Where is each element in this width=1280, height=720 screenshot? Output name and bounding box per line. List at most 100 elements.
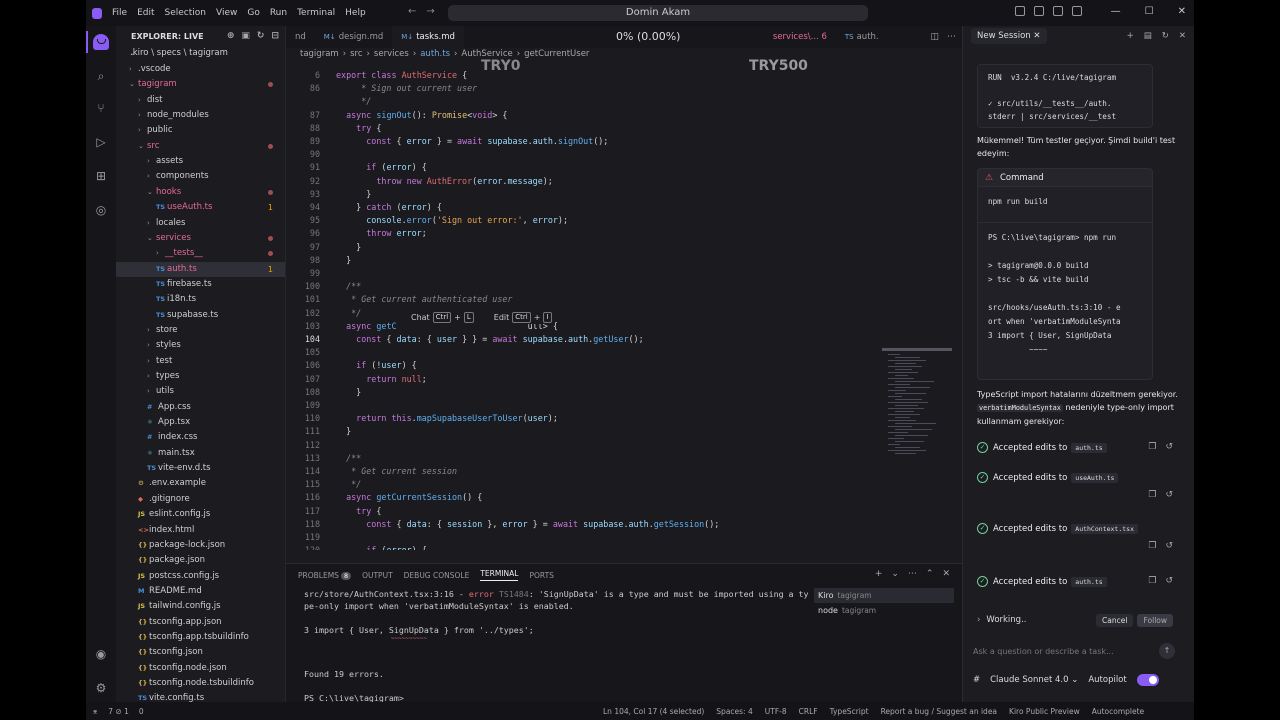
tree-file[interactable]: {} package-lock.json	[116, 538, 285, 553]
tree-folder[interactable]: › store	[116, 323, 285, 338]
more-actions-icon[interactable]: ⋯	[947, 32, 956, 42]
chat-input[interactable]: Ask a question or describe a task... ↑	[973, 638, 1175, 664]
tree-folder[interactable]: › locales	[116, 216, 285, 231]
tree-file[interactable]: # index.css	[116, 430, 285, 445]
copy-icon[interactable]: ❐	[1148, 541, 1156, 551]
status-item[interactable]: CRLF	[799, 707, 818, 716]
source-control-icon[interactable]: ⑂	[93, 100, 109, 116]
new-session-icon[interactable]: +	[1127, 31, 1134, 41]
tree-file[interactable]: ⚛ main.tsx	[116, 446, 285, 461]
status-item[interactable]: Spaces: 4	[716, 707, 752, 716]
panel-tab-problems[interactable]: PROBLEMS 8	[298, 571, 352, 580]
panel-toggle-icon[interactable]	[1052, 6, 1063, 16]
tree-file[interactable]: JS eslint.config.js	[116, 507, 285, 522]
status-item[interactable]: Report a bug / Suggest an idea	[881, 707, 997, 716]
revert-icon[interactable]: ↺	[1165, 541, 1173, 551]
panel-tab-terminal[interactable]: TERMINAL	[480, 569, 519, 581]
tree-folder[interactable]: ⌄ services	[116, 231, 285, 246]
model-selector[interactable]: Claude Sonnet 4.0 ⌄	[990, 675, 1078, 685]
aux-bar-toggle-icon[interactable]	[1071, 6, 1082, 16]
chevron-down-icon[interactable]: ⌄	[891, 569, 899, 579]
follow-button[interactable]: Follow	[1137, 613, 1173, 627]
command-center[interactable]: Domin Akam	[448, 5, 868, 21]
tree-root[interactable]: ⌄.kiro \ specs \ tagigram	[116, 46, 285, 61]
sidebar-toggle-icon[interactable]	[1033, 6, 1044, 16]
status-ports[interactable]: 0	[139, 707, 144, 716]
copy-icon[interactable]: ❐	[1148, 442, 1156, 452]
status-item[interactable]: Kiro Public Preview	[1009, 707, 1080, 716]
breadcrumb-item[interactable]: services	[374, 49, 409, 63]
tree-file[interactable]: {} tsconfig.app.json	[116, 615, 285, 630]
tree-file[interactable]: # App.css	[116, 400, 285, 415]
file-chip[interactable]: auth.ts	[1071, 443, 1107, 453]
session-tab[interactable]: New Session ✕	[971, 28, 1047, 44]
tree-folder[interactable]: › __tests__	[116, 246, 285, 261]
tree-folder[interactable]: › assets	[116, 154, 285, 169]
kiro-panel-icon[interactable]: ◎	[93, 202, 109, 218]
menu-item[interactable]: Help	[345, 8, 366, 18]
collapse-all-icon[interactable]: ⊟	[271, 31, 279, 41]
minimap[interactable]	[882, 64, 954, 550]
layout-icon[interactable]	[1014, 6, 1025, 16]
tree-file[interactable]: ◆ .gitignore	[116, 492, 285, 507]
file-chip[interactable]: AuthContext.tsx	[1071, 524, 1138, 534]
close-chat-icon[interactable]: ✕	[1179, 31, 1186, 41]
refresh-icon[interactable]: ↻	[1162, 31, 1169, 41]
extensions-icon[interactable]: ⊞	[93, 168, 109, 184]
menu-item[interactable]: View	[216, 8, 237, 18]
hash-icon[interactable]: #	[973, 675, 980, 685]
tree-file[interactable]: {} tsconfig.node.json	[116, 661, 285, 676]
new-folder-icon[interactable]: ▣	[241, 31, 250, 41]
back-arrow-icon[interactable]: ←	[408, 6, 416, 17]
tree-folder[interactable]: › node_modules	[116, 108, 285, 123]
history-icon[interactable]: ▤	[1144, 31, 1152, 41]
breadcrumb-item[interactable]: src	[350, 49, 362, 63]
refresh-icon[interactable]: ↻	[257, 31, 265, 41]
file-chip[interactable]: auth.ts	[1071, 577, 1107, 587]
tree-folder[interactable]: › test	[116, 354, 285, 369]
tree-file[interactable]: TS useAuth.ts 1	[116, 200, 285, 215]
kiro-ghost-icon[interactable]	[86, 31, 109, 53]
menu-item[interactable]: Go	[247, 8, 259, 18]
status-item[interactable]: TypeScript	[830, 707, 869, 716]
menu-item[interactable]: File	[112, 8, 127, 18]
breadcrumb-item[interactable]: getCurrentUser	[524, 49, 589, 63]
tree-file[interactable]: TS supabase.ts	[116, 308, 285, 323]
tree-folder[interactable]: ⌄ tagigram	[116, 77, 285, 92]
run-debug-icon[interactable]: ▷	[93, 134, 109, 150]
tree-file[interactable]: {} tsconfig.node.tsbuildinfo	[116, 676, 285, 691]
maximize-panel-icon[interactable]: ⌃	[926, 569, 934, 579]
new-terminal-icon[interactable]: +	[875, 569, 883, 579]
tree-folder[interactable]: › .vscode	[116, 62, 285, 77]
copy-icon[interactable]: ❐	[1148, 576, 1156, 586]
panel-tab-ports[interactable]: PORTS	[529, 571, 553, 580]
close-window-icon[interactable]: ✕	[1178, 6, 1186, 17]
status-item[interactable]: Autocomplete	[1092, 707, 1144, 716]
status-item[interactable]: Ln 104, Col 17 (4 selected)	[603, 707, 704, 716]
tab-auth-ts[interactable]: TS auth.	[836, 26, 888, 48]
menu-item[interactable]: Selection	[165, 8, 206, 18]
tree-folder[interactable]: › utils	[116, 384, 285, 399]
tree-folder[interactable]: › public	[116, 123, 285, 138]
tree-file[interactable]: TS auth.ts 1	[116, 261, 285, 277]
revert-icon[interactable]: ↺	[1165, 442, 1173, 452]
revert-icon[interactable]: ↺	[1165, 490, 1173, 500]
revert-icon[interactable]: ↺	[1165, 576, 1173, 586]
breadcrumb-item[interactable]: tagigram	[300, 49, 339, 63]
panel-tab-output[interactable]: OUTPUT	[362, 571, 393, 580]
tab-nd[interactable]: nd	[286, 26, 315, 48]
tree-file[interactable]: {} package.json	[116, 553, 285, 568]
tree-file[interactable]: TS i18n.ts	[116, 292, 285, 307]
search-icon[interactable]: ⌕	[93, 68, 109, 84]
menu-item[interactable]: Terminal	[297, 8, 335, 18]
maximize-icon[interactable]: ☐	[1145, 6, 1154, 17]
send-icon[interactable]: ↑	[1159, 643, 1175, 659]
tree-file[interactable]: {} tsconfig.app.tsbuildinfo	[116, 630, 285, 645]
terminal-item[interactable]: Kiro tagigram	[814, 588, 954, 603]
copy-icon[interactable]: ❐	[1148, 490, 1156, 500]
code-editor[interactable]: 120 if (error) {119118 const { data: { s…	[286, 64, 962, 550]
tree-folder[interactable]: › dist	[116, 93, 285, 108]
tree-file[interactable]: <>index.html	[116, 523, 285, 538]
tree-file[interactable]: ⚙ .env.example	[116, 476, 285, 491]
tree-file[interactable]: TS vite-env.d.ts	[116, 461, 285, 476]
